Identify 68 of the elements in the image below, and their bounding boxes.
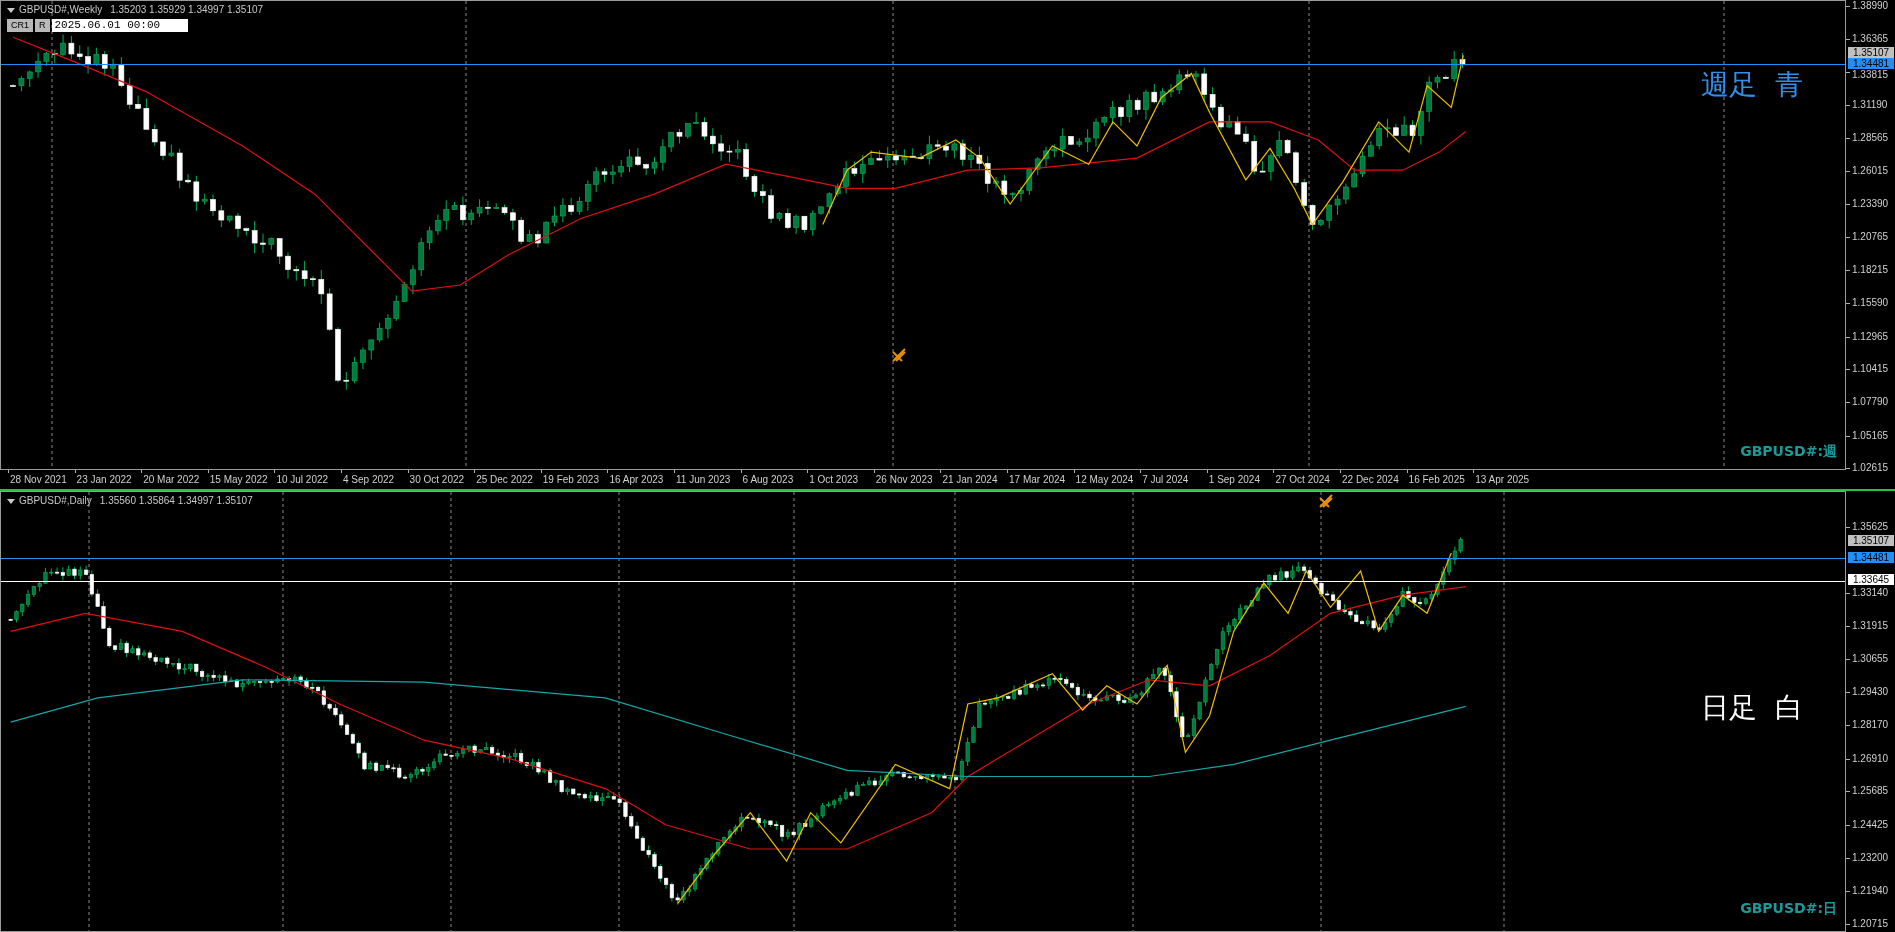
price-tick-label: 1.28565 (1852, 133, 1889, 144)
price-tick-label: 1.15590 (1852, 298, 1889, 309)
symbol-label: GBPUSD#:日 (1740, 899, 1837, 918)
price-tick-label: 1.24425 (1852, 819, 1889, 830)
tool-button[interactable]: CR1 (7, 19, 33, 32)
price-tick-label: 1.12965 (1852, 331, 1889, 342)
price-tick-label: 1.30655 (1852, 654, 1889, 665)
date-label: 20 Mar 2022 (143, 474, 200, 486)
date-label: 1 Oct 2023 (809, 474, 859, 486)
date-label: 28 Nov 2021 (10, 474, 67, 486)
date-label: 23 Jan 2022 (76, 474, 132, 486)
ohlc-values: 1.35203 1.35929 1.34997 1.35107 (110, 4, 264, 16)
date-label: 26 Nov 2023 (875, 474, 933, 486)
price-tick-label: 1.29430 (1852, 686, 1889, 697)
date-field[interactable]: 2025.06.01 00:00 (51, 19, 188, 32)
date-label: 10 Jul 2022 (276, 474, 329, 486)
date-label: 22 Dec 2024 (1342, 474, 1399, 486)
chart-note: 日足 白 (1701, 692, 1803, 724)
date-label: 13 Apr 2025 (1475, 474, 1530, 486)
price-tick-label: 1.26910 (1852, 753, 1889, 764)
date-label: 16 Apr 2023 (609, 474, 664, 486)
price-tick-label: 1.05165 (1852, 430, 1889, 441)
price-tick-label: 1.18215 (1852, 264, 1889, 275)
price-tick-label: 1.33815 (1852, 69, 1889, 80)
chart-title: GBPUSD#,Weekly (19, 4, 103, 16)
price-tick-label: 1.36365 (1852, 34, 1889, 45)
date-label: 12 May 2024 (1075, 474, 1134, 486)
date-label: 19 Feb 2023 (542, 474, 599, 486)
price-marker: 1.33645 (1848, 574, 1894, 586)
price-tick-label: 1.23390 (1852, 199, 1889, 210)
date-label: 4 Sep 2022 (343, 474, 395, 486)
date-label: 6 Aug 2023 (742, 474, 794, 486)
price-tick-label: 1.33140 (1852, 588, 1889, 599)
tool-button[interactable]: R (35, 19, 50, 32)
price-marker: 1.34481 (1848, 551, 1894, 563)
chart-title: GBPUSD#,Daily (19, 495, 92, 507)
date-label: 30 Oct 2022 (409, 474, 465, 486)
price-marker: 1.35107 (1848, 46, 1894, 58)
date-label: 1 Sep 2024 (1208, 474, 1260, 486)
price-tick-label: 1.20715 (1852, 918, 1889, 929)
date-label: 21 Jan 2024 (942, 474, 998, 486)
price-tick-label: 1.10415 (1852, 363, 1889, 374)
price-tick-label: 1.31915 (1852, 620, 1889, 631)
price-tick-label: 1.07790 (1852, 397, 1889, 408)
date-label: 27 Oct 2024 (1275, 474, 1330, 486)
price-tick-label: 1.20765 (1852, 232, 1889, 243)
date-label: 15 May 2022 (209, 474, 268, 486)
price-tick-label: 1.26015 (1852, 165, 1889, 176)
price-tick-label: 1.23200 (1852, 852, 1889, 863)
price-marker: 1.34481 (1848, 57, 1894, 69)
price-tick-label: 1.28170 (1852, 720, 1889, 731)
price-tick-label: 1.38990 (1852, 1, 1889, 11)
date-label: 25 Dec 2022 (476, 474, 533, 486)
price-tick-label: 1.25685 (1852, 786, 1889, 797)
dropdown-icon[interactable] (7, 7, 15, 13)
chart-note: 週足 青 (1701, 69, 1803, 101)
price-tick-label: 1.02615 (1852, 462, 1889, 473)
price-tick-label: 1.35625 (1852, 522, 1889, 532)
dropdown-icon[interactable] (7, 498, 15, 504)
price-tick-label: 1.21940 (1852, 886, 1889, 896)
ohlc-values: 1.35560 1.35864 1.34997 1.35107 (99, 495, 253, 507)
symbol-label: GBPUSD#:週 (1740, 442, 1837, 461)
date-label: 11 Jun 2023 (676, 474, 731, 486)
price-marker: 1.35107 (1848, 535, 1894, 547)
date-label: 17 Mar 2024 (1009, 474, 1066, 486)
date-label: 16 Feb 2025 (1408, 474, 1465, 486)
date-label: 7 Jul 2024 (1142, 474, 1189, 486)
price-tick-label: 1.31190 (1852, 100, 1888, 111)
